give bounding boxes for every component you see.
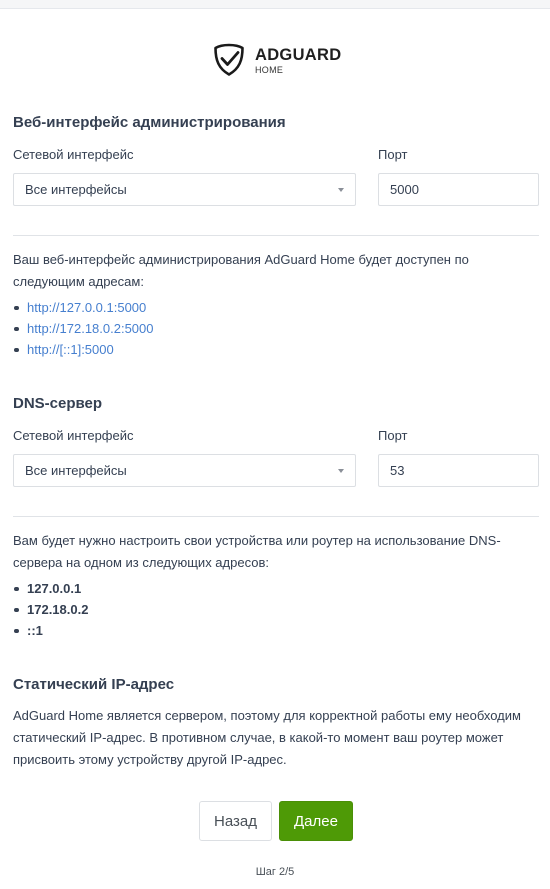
divider xyxy=(13,516,539,517)
dns-interface-select[interactable]: Все интерфейсы xyxy=(13,454,356,487)
static-ip-text: AdGuard Home является сервером, поэтому … xyxy=(13,708,521,767)
web-port-input[interactable]: 5000 xyxy=(378,173,539,206)
adguard-logo: ADGUARD HOME xyxy=(213,43,341,77)
next-button[interactable]: Далее xyxy=(279,801,353,841)
web-info-text: Ваш веб-интерфейс администрирования AdGu… xyxy=(13,252,469,289)
static-ip-title: Статический IP-адрес xyxy=(13,676,175,693)
logo-title: ADGUARD xyxy=(255,46,342,64)
dns-port-input[interactable]: 53 xyxy=(378,454,539,487)
web-section-title: Веб-интерфейс администрирования xyxy=(13,114,286,131)
list-item: 127.0.0.1 xyxy=(13,578,88,599)
list-item: http://127.0.0.1:5000 xyxy=(13,297,154,318)
web-address-link[interactable]: http://172.18.0.2:5000 xyxy=(27,321,154,336)
web-port-label: Порт xyxy=(378,147,408,162)
shield-check-icon xyxy=(214,43,244,76)
dns-address-list: 127.0.0.1 172.18.0.2 ::1 xyxy=(13,578,88,641)
web-address-list: http://127.0.0.1:5000 http://172.18.0.2:… xyxy=(13,297,154,360)
chevron-down-icon xyxy=(338,469,344,473)
divider xyxy=(13,235,539,236)
step-indicator: Шаг 2/5 xyxy=(255,866,295,878)
web-interface-label: Сетевой интерфейс xyxy=(13,147,134,162)
web-port-value: 5000 xyxy=(390,182,419,197)
dns-interface-label: Сетевой интерфейс xyxy=(13,428,134,443)
dns-port-label: Порт xyxy=(378,428,408,443)
chevron-down-icon xyxy=(338,188,344,192)
list-item: http://[::1]:5000 xyxy=(13,339,154,360)
list-item: ::1 xyxy=(13,620,88,641)
list-item: 172.18.0.2 xyxy=(13,599,88,620)
list-item: http://172.18.0.2:5000 xyxy=(13,318,154,339)
top-bar xyxy=(0,0,550,9)
web-interface-select[interactable]: Все интерфейсы xyxy=(13,173,356,206)
dns-interface-value: Все интерфейсы xyxy=(25,463,127,478)
web-address-link[interactable]: http://[::1]:5000 xyxy=(27,342,114,357)
dns-info-text: Вам будет нужно настроить свои устройств… xyxy=(13,533,501,570)
logo-subtitle: HOME xyxy=(255,65,284,75)
back-button[interactable]: Назад xyxy=(199,801,272,841)
web-address-link[interactable]: http://127.0.0.1:5000 xyxy=(27,300,146,315)
web-interface-value: Все интерфейсы xyxy=(25,182,127,197)
dns-port-value: 53 xyxy=(390,463,405,478)
dns-section-title: DNS-сервер xyxy=(13,395,103,412)
